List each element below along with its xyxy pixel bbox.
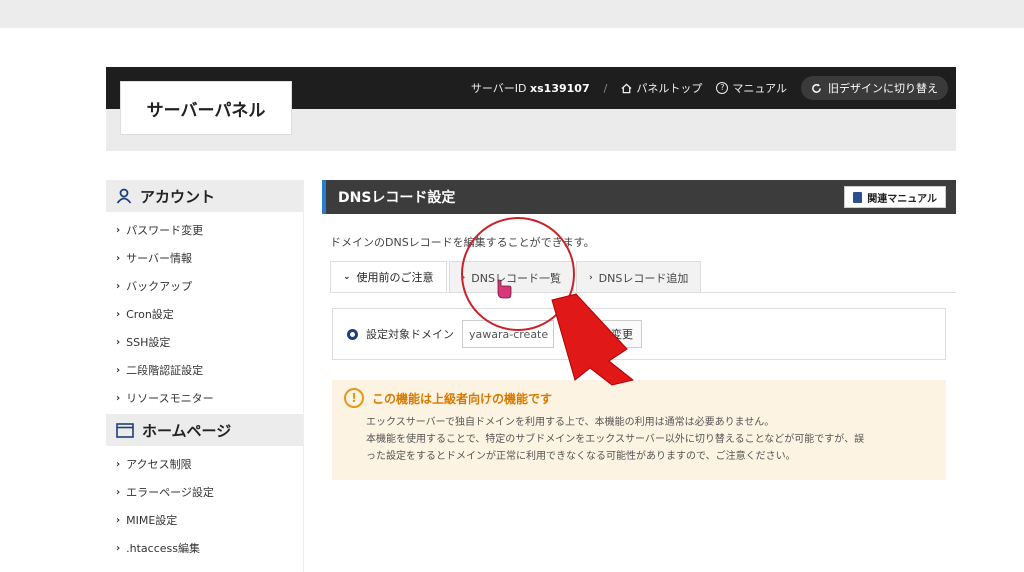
chevron-right-icon: › — [588, 272, 593, 283]
manual-label: マニュアル — [732, 82, 787, 95]
chevron-down-icon: ⌄ — [343, 272, 351, 282]
sidebar-item-access-restriction[interactable]: › アクセス制限 — [106, 450, 303, 478]
question-icon: ? — [716, 82, 729, 94]
warning-line: 本機能を使用することで、特定のサブドメインをエックスサーバー以外に切り替えること… — [366, 434, 865, 445]
sidebar-item-label: アクセス制限 — [126, 458, 192, 471]
warning-line: エックスサーバーで独自ドメインを利用する上で、本機能の利用は通常は必要ありません… — [366, 417, 775, 428]
chevron-right-icon: › — [116, 252, 121, 264]
logo-text: サーバーパネル — [146, 100, 266, 121]
page-description: ドメインのDNSレコードを編集することができます。 — [330, 236, 595, 249]
sidebar-item-label: SSH設定 — [126, 336, 171, 349]
tab-bar: ⌄ 使用前のご注意 › DNSレコード一覧 › DNSレコード追加 — [330, 261, 703, 293]
main-content: DNSレコード設定 関連マニュアル ドメインのDNSレコードを編集することができ… — [322, 180, 956, 572]
sidebar-item-label: バックアップ — [126, 280, 193, 293]
header-nav: サーバーID xs139107 / パネルトップ ? マニュアル 旧デザインに切… — [471, 76, 948, 100]
tab-label: 使用前のご注意 — [356, 271, 434, 284]
page-title-bar: DNSレコード設定 関連マニュアル — [322, 180, 956, 214]
page-title: DNSレコード設定 — [338, 190, 456, 206]
server-id-value: xs139107 — [530, 82, 590, 95]
sidebar-item-backup[interactable]: › バックアップ — [106, 272, 303, 300]
chevron-right-icon: › — [116, 458, 121, 470]
refresh-icon — [812, 83, 821, 93]
chevron-right-icon: › — [116, 280, 121, 292]
server-id-label: サーバーID — [470, 82, 527, 95]
chevron-right-icon: › — [116, 514, 121, 526]
sidebar-section-account: アカウント — [106, 180, 303, 212]
chevron-right-icon: › — [461, 272, 466, 283]
warning-line: った設定をするとドメインが正常に利用できなくなる可能性がありますので、ご注意くだ… — [366, 451, 796, 462]
exclamation-icon: ! — [344, 388, 364, 408]
sidebar-item-label: パスワード変更 — [126, 224, 204, 237]
domain-field[interactable]: yawara-create — [462, 320, 554, 348]
sidebar-item-2fa[interactable]: › 二段階認証設定 — [106, 356, 303, 384]
sidebar-item-resource-monitor[interactable]: › リソースモニター — [106, 384, 303, 412]
panel-top-link[interactable]: パネルトップ — [621, 80, 702, 96]
domain-label: 設定対象ドメイン — [366, 328, 454, 341]
sidebar-item-server-info[interactable]: › サーバー情報 — [106, 244, 303, 272]
top-band — [0, 0, 1024, 28]
sidebar-section-homepage: ホームページ — [106, 414, 303, 446]
sidebar-item-htaccess[interactable]: › .htaccess編集 — [106, 534, 303, 562]
sidebar-item-error-page[interactable]: › エラーページ設定 — [106, 478, 303, 506]
account-menu: › パスワード変更 › サーバー情報 › バックアップ › Cron設定 › SSH設定 … — [106, 212, 303, 414]
warning-text: エックスサーバーで独自ドメインを利用する上で、本機能の利用は通常は必要ありません… — [344, 414, 934, 465]
warning-title: この機能は上級者向けの機能です — [372, 391, 553, 406]
server-id: サーバーID xs139107 — [471, 80, 590, 96]
nav-separator: / — [603, 81, 608, 95]
sidebar-item-label: リソースモニター — [126, 392, 214, 405]
tab-divider — [330, 292, 956, 293]
sidebar-item-label: Cron設定 — [126, 308, 174, 321]
related-manual-label: 関連マニュアル — [867, 193, 937, 205]
chevron-right-icon: › — [116, 308, 121, 320]
sidebar-item-mime[interactable]: › MIME設定 — [106, 506, 303, 534]
warning-box: ! この機能は上級者向けの機能です エックスサーバーで独自ドメインを利用する上で… — [332, 380, 946, 480]
panel-top-label: パネルトップ — [636, 82, 703, 95]
sidebar-section-title: アカウント — [140, 187, 216, 206]
sidebar-item-password[interactable]: › パスワード変更 — [106, 216, 303, 244]
warning-header: ! この機能は上級者向けの機能です — [344, 388, 934, 408]
sidebar: アカウント › パスワード変更 › サーバー情報 › バックアップ › Cron設定 ›… — [106, 180, 304, 572]
change-domain-button[interactable]: 変更 — [602, 320, 642, 348]
sidebar-item-label: .htaccess編集 — [126, 542, 200, 555]
old-design-button[interactable]: 旧デザインに切り替え — [801, 76, 948, 100]
chevron-right-icon: › — [116, 224, 121, 236]
sidebar-item-label: サーバー情報 — [126, 252, 193, 265]
radio-icon — [347, 328, 358, 340]
window-icon — [116, 422, 134, 438]
tab-label: DNSレコード一覧 — [471, 271, 561, 285]
manual-link[interactable]: ? マニュアル — [716, 80, 787, 96]
domain-selector: 設定対象ドメイン yawara-create 変更 — [332, 308, 946, 360]
chevron-right-icon: › — [116, 392, 121, 404]
chevron-right-icon: › — [116, 364, 121, 376]
tab-dns-record-add[interactable]: › DNSレコード追加 — [575, 261, 702, 293]
sidebar-item-label: 二段階認証設定 — [126, 364, 204, 377]
page-header: サーバーID xs139107 / パネルトップ ? マニュアル 旧デザインに切… — [106, 67, 956, 151]
related-manual-button[interactable]: 関連マニュアル — [844, 186, 946, 208]
chevron-right-icon: › — [116, 542, 121, 554]
tab-label: DNSレコード追加 — [598, 271, 689, 285]
home-icon — [621, 83, 632, 93]
sidebar-section-title: ホームページ — [142, 421, 232, 440]
old-design-label: 旧デザインに切り替え — [828, 82, 938, 95]
homepage-menu: › アクセス制限 › エラーページ設定 › MIME設定 › .htaccess編集 — [106, 446, 303, 564]
book-icon — [853, 191, 863, 203]
chevron-right-icon: › — [116, 336, 121, 348]
sidebar-item-label: MIME設定 — [126, 514, 178, 527]
sidebar-item-cron[interactable]: › Cron設定 — [106, 300, 303, 328]
sidebar-item-label: エラーページ設定 — [126, 486, 214, 499]
logo[interactable]: サーバーパネル — [120, 81, 292, 135]
tab-precautions[interactable]: ⌄ 使用前のご注意 — [330, 261, 447, 293]
sidebar-item-ssh[interactable]: › SSH設定 — [106, 328, 303, 356]
tab-dns-record-list[interactable]: › DNSレコード一覧 — [448, 261, 574, 293]
chevron-right-icon: › — [116, 486, 121, 498]
user-icon — [116, 188, 132, 204]
